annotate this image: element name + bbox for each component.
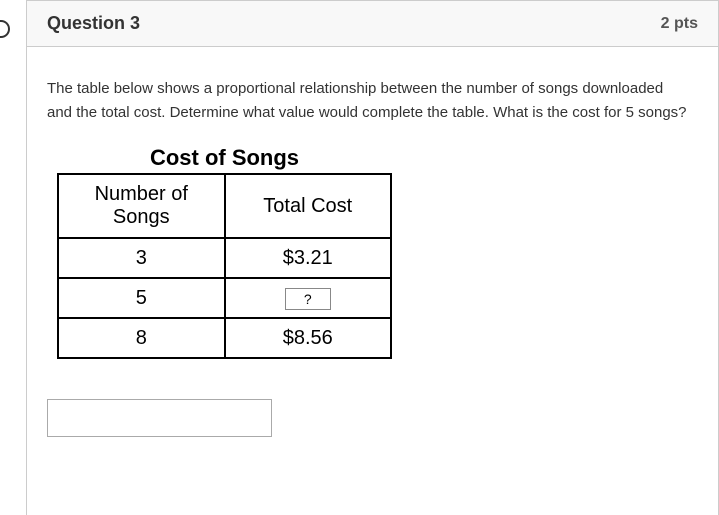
question-header: Question 3 2 pts — [27, 1, 718, 47]
question-points: 2 pts — [661, 15, 698, 33]
cell-songs: 5 — [58, 278, 225, 318]
unknown-value-box: ? — [285, 288, 331, 310]
col-header-songs: Number of Songs — [58, 174, 225, 238]
question-prompt: The table below shows a proportional rel… — [47, 77, 687, 125]
table-row: 5 ? — [58, 278, 391, 318]
col-header-cost: Total Cost — [225, 174, 392, 238]
cell-cost: $3.21 — [225, 238, 392, 278]
table-row: 3 $3.21 — [58, 238, 391, 278]
answer-input[interactable] — [47, 399, 272, 437]
question-body: The table below shows a proportional rel… — [27, 47, 718, 457]
table-header-row: Number of Songs Total Cost — [58, 174, 391, 238]
cell-cost: $8.56 — [225, 318, 392, 358]
question-title: Question 3 — [47, 13, 140, 34]
cell-songs: 3 — [58, 238, 225, 278]
cell-cost: ? — [225, 278, 392, 318]
table-wrapper: Cost of Songs Number of Songs Total Cost… — [47, 145, 698, 359]
question-container: Question 3 2 pts The table below shows a… — [26, 0, 719, 515]
table-row: 8 $8.56 — [58, 318, 391, 358]
cell-songs: 8 — [58, 318, 225, 358]
question-marker-icon — [0, 20, 10, 38]
data-table: Number of Songs Total Cost 3 $3.21 5 ? — [57, 173, 392, 359]
table-title: Cost of Songs — [57, 145, 392, 171]
